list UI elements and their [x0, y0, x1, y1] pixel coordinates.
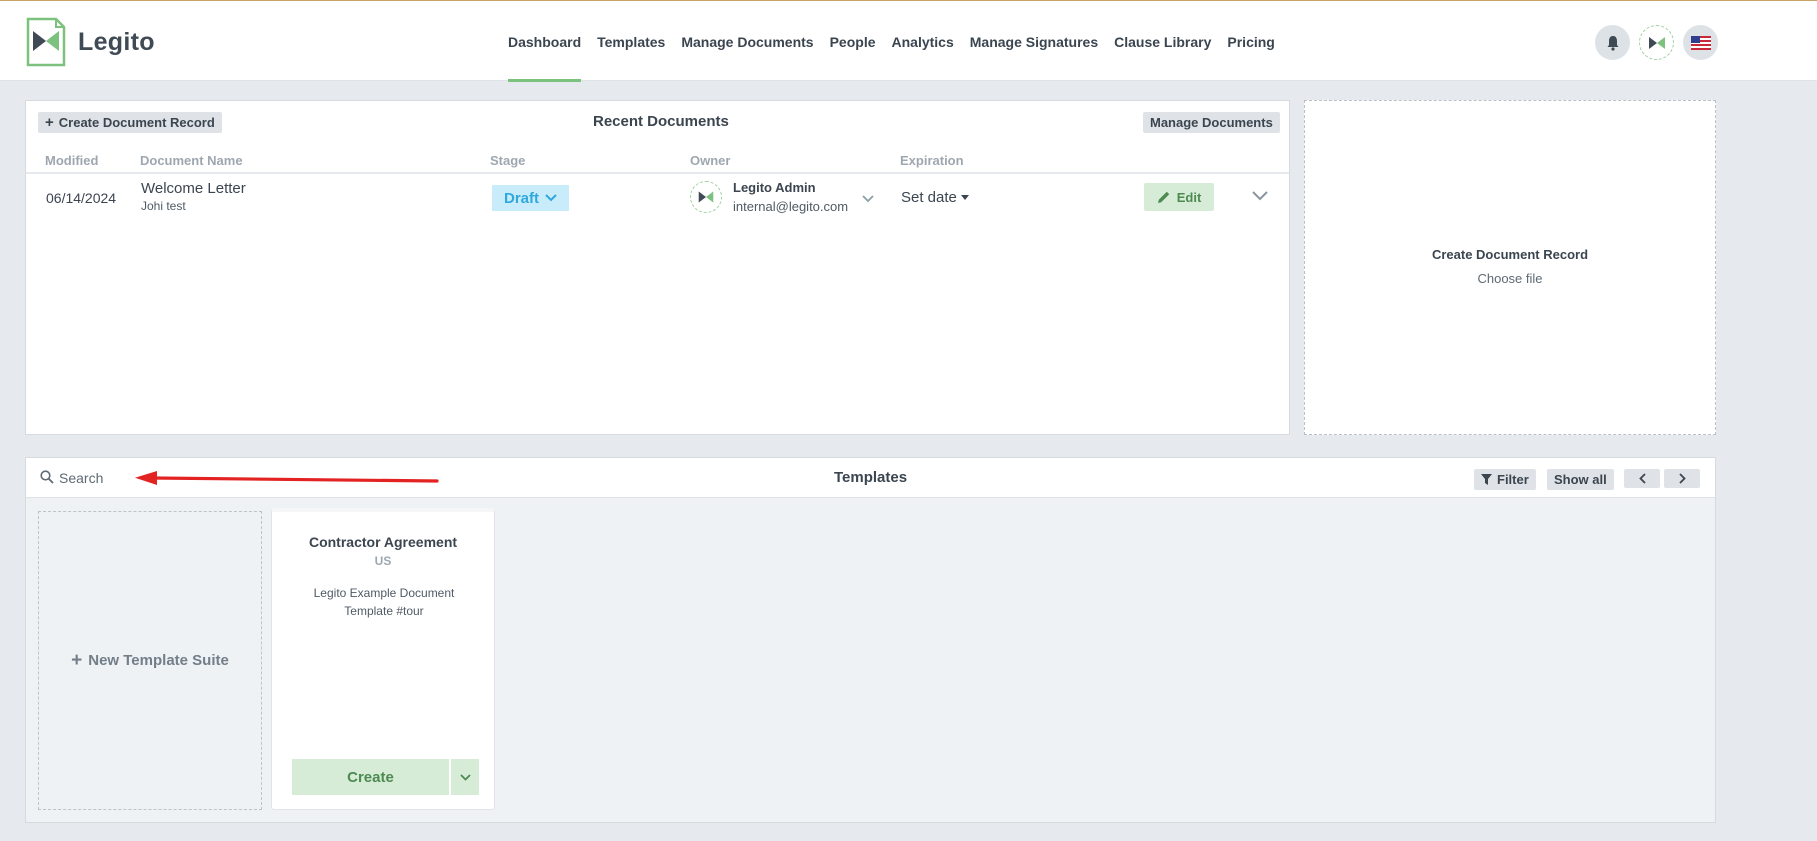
- recent-documents-panel: + Create Document Record Recent Document…: [25, 100, 1290, 435]
- recent-documents-title: Recent Documents: [593, 113, 729, 130]
- filter-button[interactable]: Filter: [1474, 469, 1536, 490]
- template-region: US: [374, 554, 392, 568]
- create-options-dropdown[interactable]: [451, 759, 479, 795]
- dropzone-title: Create Document Record: [1431, 247, 1589, 262]
- create-document-record-button[interactable]: + Create Document Record: [38, 112, 222, 133]
- row-document-name[interactable]: Welcome Letter: [141, 180, 246, 197]
- edit-label: Edit: [1176, 189, 1202, 205]
- row-modified: 06/14/2024: [46, 190, 117, 206]
- owner-email: internal@legito.com: [733, 199, 849, 214]
- chevron-down-icon: [1252, 191, 1268, 201]
- owner-name: Legito Admin: [733, 180, 816, 195]
- row-document-subtitle: Johi test: [141, 199, 186, 213]
- create-document-button[interactable]: Create: [292, 759, 449, 795]
- us-flag-icon: [1690, 35, 1711, 50]
- manage-documents-button[interactable]: Manage Documents: [1143, 112, 1280, 133]
- edit-button[interactable]: Edit: [1144, 183, 1214, 211]
- new-template-suite-button[interactable]: + New Template Suite: [38, 511, 262, 810]
- chevron-down-icon: [459, 773, 471, 781]
- template-card[interactable]: Contractor Agreement US Legito Example D…: [271, 508, 495, 810]
- header-divider: [26, 172, 1289, 174]
- nav-templates[interactable]: Templates: [589, 1, 673, 82]
- expiration-label: Set date: [901, 189, 957, 206]
- nav-pricing[interactable]: Pricing: [1219, 1, 1282, 82]
- legito-avatar-icon: [698, 191, 714, 203]
- create-document-record-label: Create Document Record: [58, 115, 215, 130]
- account-avatar-button[interactable]: [1639, 25, 1674, 60]
- set-expiration-date-dropdown[interactable]: Set date: [901, 189, 969, 206]
- nav-dashboard[interactable]: Dashboard: [500, 1, 589, 82]
- owner-avatar: [690, 181, 722, 213]
- legito-avatar-icon: [1648, 36, 1665, 49]
- template-title: Contractor Agreement: [308, 534, 458, 550]
- stage-label: Draft: [503, 189, 539, 207]
- previous-page-button[interactable]: [1624, 469, 1660, 488]
- filter-label: Filter: [1497, 472, 1529, 487]
- plus-icon: +: [71, 649, 83, 671]
- annotation-arrow-icon: [135, 471, 439, 485]
- nav-clause-library[interactable]: Clause Library: [1106, 1, 1219, 82]
- column-stage[interactable]: Stage: [490, 153, 525, 168]
- search-icon: [40, 470, 54, 484]
- chevron-down-icon: [862, 195, 874, 203]
- filter-icon: [1481, 474, 1492, 485]
- brand-name: Legito: [78, 27, 155, 56]
- stage-dropdown[interactable]: Draft: [492, 185, 569, 211]
- template-description: Legito Example Document Template #tour: [313, 586, 455, 618]
- chevron-left-icon: [1638, 473, 1646, 484]
- new-template-suite-label: New Template Suite: [88, 652, 229, 669]
- language-button[interactable]: [1683, 25, 1718, 60]
- templates-title: Templates: [834, 469, 908, 486]
- column-owner[interactable]: Owner: [690, 153, 730, 168]
- legito-logo-icon: [26, 17, 66, 67]
- bell-icon: [1607, 35, 1618, 51]
- templates-panel: Templates Filter Show all + New Template…: [25, 457, 1716, 823]
- header-actions: [1595, 25, 1718, 60]
- chevron-down-icon: [545, 194, 557, 202]
- pencil-icon: [1157, 191, 1169, 203]
- caret-down-icon: [960, 195, 969, 200]
- choose-file-link[interactable]: Choose file: [1305, 271, 1715, 286]
- notifications-button[interactable]: [1595, 25, 1630, 60]
- nav-people[interactable]: People: [822, 1, 884, 82]
- create-document-record-dropzone[interactable]: Create Document Record Choose file: [1304, 100, 1716, 435]
- main-nav: Dashboard Templates Manage Documents Peo…: [500, 1, 1283, 82]
- owner-dropdown[interactable]: [862, 191, 874, 206]
- column-expiration[interactable]: Expiration: [900, 153, 964, 168]
- show-all-button[interactable]: Show all: [1547, 469, 1614, 490]
- plus-icon: +: [45, 114, 54, 131]
- chevron-right-icon: [1678, 473, 1686, 484]
- top-navigation-bar: Legito Dashboard Templates Manage Docume…: [0, 0, 1817, 82]
- brand-logo[interactable]: Legito: [26, 16, 155, 68]
- nav-manage-signatures[interactable]: Manage Signatures: [962, 1, 1106, 82]
- next-page-button[interactable]: [1664, 469, 1700, 488]
- nav-analytics[interactable]: Analytics: [884, 1, 962, 82]
- column-modified[interactable]: Modified: [45, 153, 98, 168]
- row-expand-button[interactable]: [1252, 189, 1268, 204]
- column-document-name[interactable]: Document Name: [140, 153, 243, 168]
- nav-manage-documents[interactable]: Manage Documents: [673, 1, 821, 82]
